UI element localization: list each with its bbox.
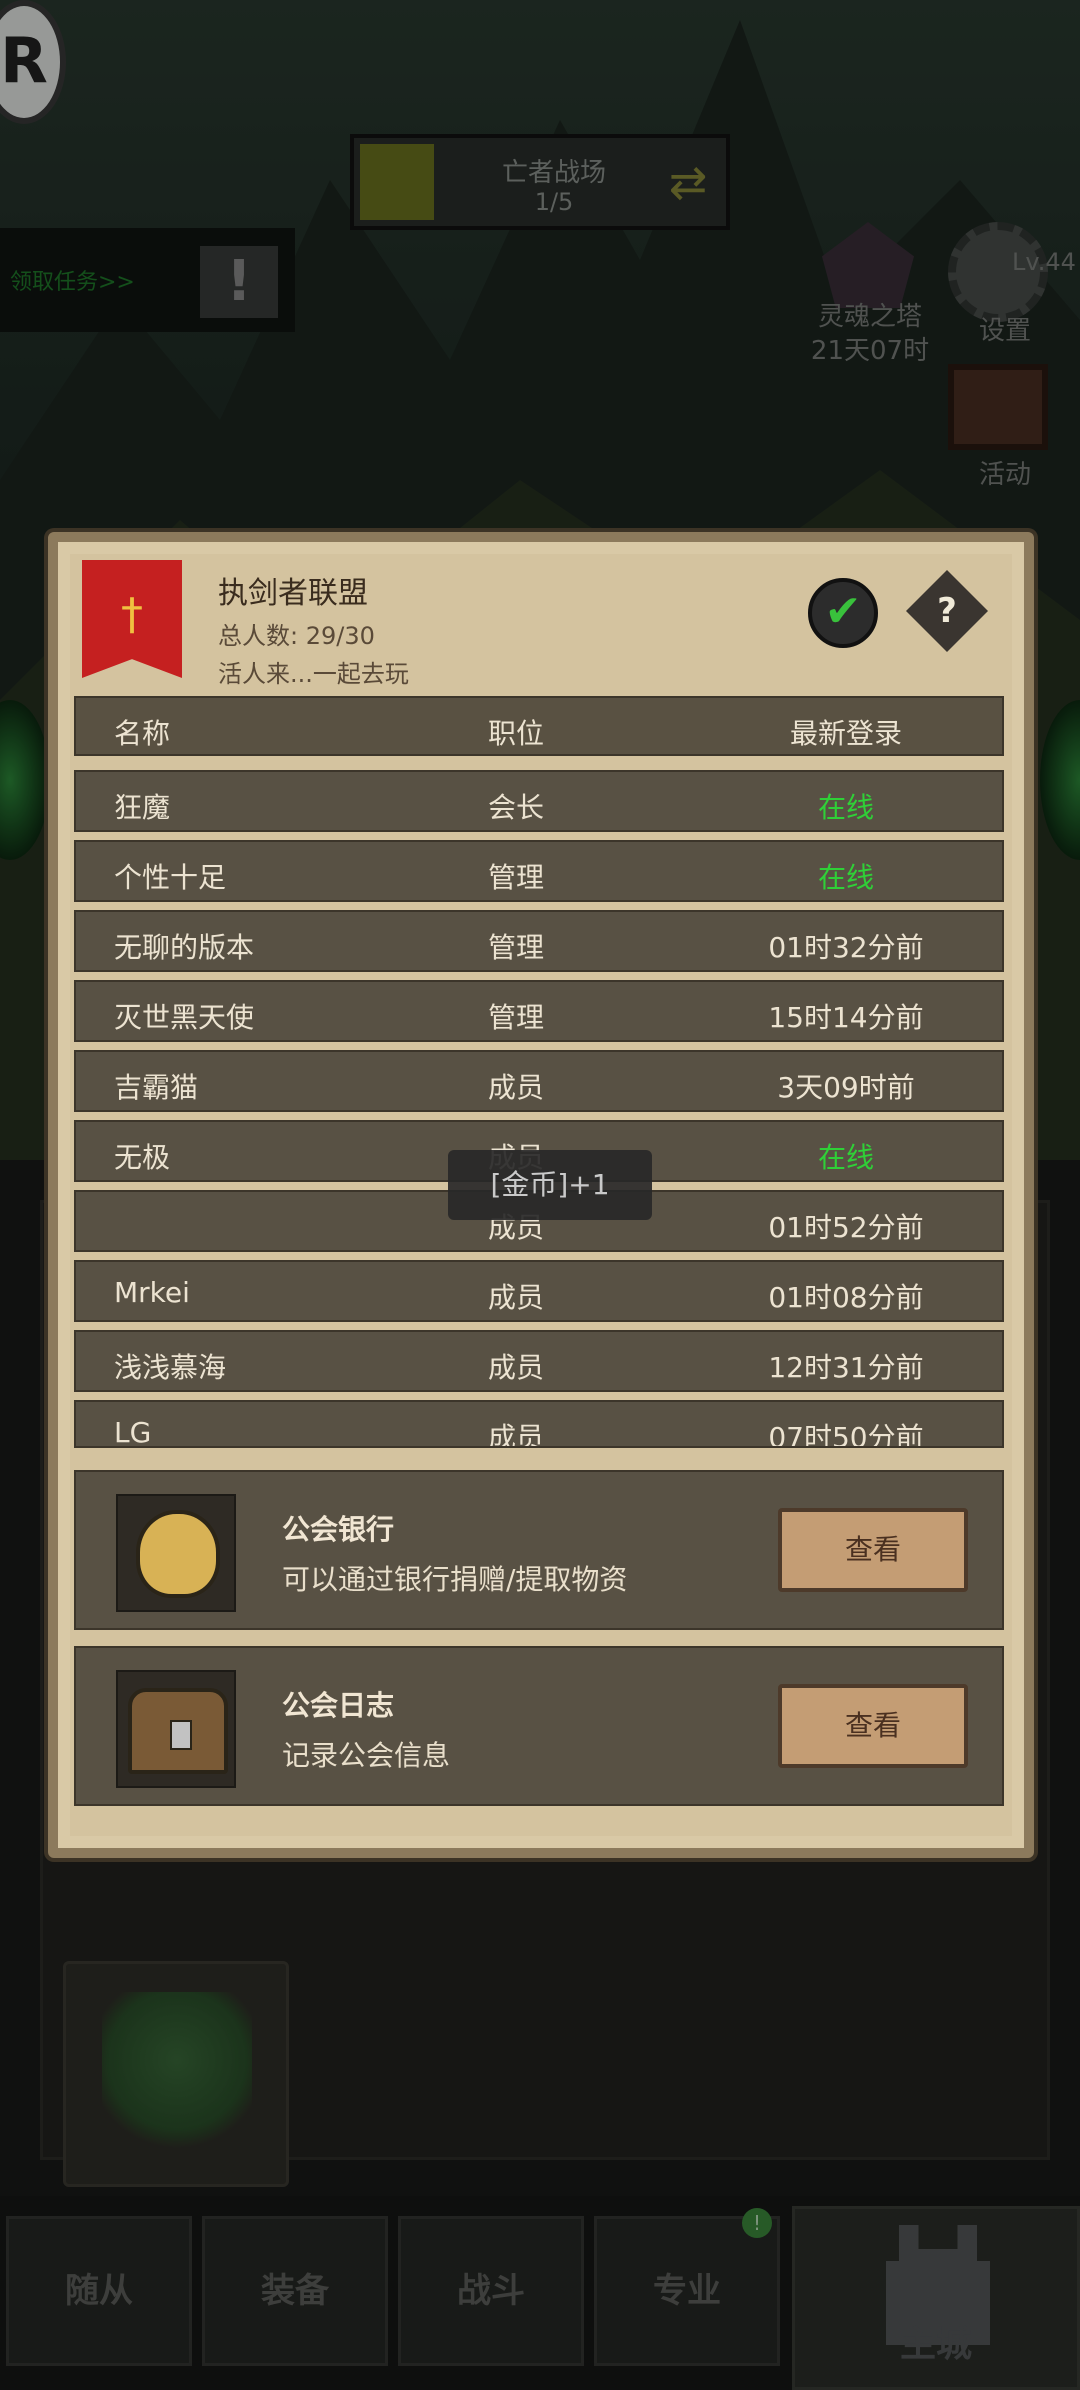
member-row[interactable]: LG 成员 07时50分前	[74, 1400, 1004, 1448]
member-role: 会长	[487, 791, 544, 824]
member-row[interactable]: Mrkei 成员 01时08分前	[74, 1260, 1004, 1322]
member-last-login: 在线	[817, 791, 874, 824]
guild-motto: 活人来...一起去玩	[218, 660, 409, 688]
guild-bank-title: 公会银行	[282, 1513, 395, 1546]
member-last-login: 在线	[817, 861, 874, 894]
guild-dialog: † 执剑者联盟 总人数: 29/30 活人来...一起去玩 ✔ ? 名称 职位 …	[48, 532, 1034, 1858]
member-last-login: 01时52分前	[768, 1211, 924, 1244]
member-list-header: 名称 职位 最新登录	[74, 696, 1004, 756]
guild-bank-view-button[interactable]: 查看	[778, 1508, 968, 1592]
member-last-login: 12时31分前	[768, 1351, 924, 1384]
member-role: 成员	[487, 1351, 544, 1384]
help-question-icon[interactable]: ?	[924, 584, 970, 638]
member-row[interactable]: 灭世黑天使 管理 15时14分前	[74, 980, 1004, 1042]
member-row[interactable]: 个性十足 管理 在线	[74, 840, 1004, 902]
member-row[interactable]: 浅浅慕海 成员 12时31分前	[74, 1330, 1004, 1392]
member-role: 成员	[487, 1071, 544, 1104]
money-bag-icon	[136, 1510, 220, 1598]
member-row[interactable]: 吉霸猫 成员 3天09时前	[74, 1050, 1004, 1112]
treasure-chest-icon	[116, 1670, 236, 1788]
member-last-login: 01时08分前	[768, 1281, 924, 1314]
member-last-login: 3天09时前	[777, 1071, 915, 1104]
guild-member-count: 总人数: 29/30	[218, 622, 375, 650]
header-role: 职位	[487, 717, 544, 750]
member-role: 管理	[487, 861, 544, 894]
member-last-login: 07时50分前	[768, 1421, 924, 1448]
guild-log-title: 公会日志	[282, 1689, 395, 1722]
header-last-login: 最新登录	[789, 717, 902, 750]
guild-bank-panel: 公会银行 可以通过银行捐赠/提取物资 查看	[74, 1470, 1004, 1630]
chest-icon	[128, 1688, 228, 1774]
lock-icon	[170, 1720, 192, 1750]
guild-log-panel: 公会日志 记录公会信息 查看	[74, 1646, 1004, 1806]
member-last-login: 15时14分前	[768, 1001, 924, 1034]
member-row[interactable]: 狂魔 会长 在线	[74, 770, 1004, 832]
member-role: 管理	[487, 931, 544, 964]
sword-emblem-icon: †	[121, 589, 143, 640]
member-role: 管理	[487, 1001, 544, 1034]
member-role: 成员	[487, 1421, 544, 1448]
guild-name: 执剑者联盟	[218, 576, 368, 611]
reward-toast: [金币]+1	[448, 1150, 652, 1220]
confirm-check-icon[interactable]: ✔	[808, 578, 878, 648]
gold-bag-icon	[116, 1494, 236, 1612]
member-last-login: 01时32分前	[768, 931, 924, 964]
guild-log-view-button[interactable]: 查看	[778, 1684, 968, 1768]
guild-log-desc: 记录公会信息	[282, 1739, 451, 1772]
member-last-login: 在线	[817, 1141, 874, 1174]
guild-bank-desc: 可以通过银行捐赠/提取物资	[282, 1563, 628, 1596]
member-role: 成员	[487, 1281, 544, 1314]
member-row[interactable]: 无聊的版本 管理 01时32分前	[74, 910, 1004, 972]
